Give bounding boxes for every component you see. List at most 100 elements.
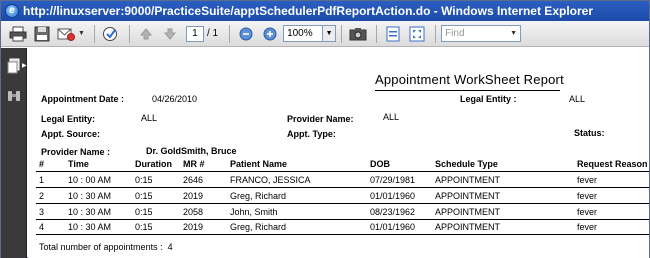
column-header-duration: Duration bbox=[135, 159, 172, 169]
toolbar-separator bbox=[376, 24, 378, 43]
row-number: 4 bbox=[39, 222, 45, 232]
column-header-dob: DOB bbox=[370, 159, 390, 169]
column-header-request-reason: Request Reason bbox=[577, 159, 648, 169]
page-total: / 1 bbox=[206, 28, 219, 39]
row-schedule-type: APPOINTMENT bbox=[435, 207, 501, 217]
row-mr: 2646 bbox=[183, 175, 204, 185]
report-title: Appointment WorkSheet Report bbox=[375, 72, 564, 87]
toolbar-separator bbox=[93, 24, 95, 43]
row-rule bbox=[36, 187, 649, 188]
plus-circle-icon bbox=[263, 27, 277, 40]
navigation-sidebar: ▶ bbox=[1, 48, 27, 258]
row-patient-name: John, Smith bbox=[230, 207, 278, 217]
review-icon bbox=[102, 26, 117, 41]
row-duration: 0:15 bbox=[135, 191, 153, 201]
toolbar-separator bbox=[229, 24, 231, 43]
fit-window-button[interactable] bbox=[406, 24, 428, 44]
disk-icon bbox=[34, 26, 50, 41]
legal-entity-value: ALL bbox=[141, 113, 158, 123]
row-dob: 07/29/1981 bbox=[370, 175, 416, 185]
camera-icon bbox=[349, 27, 367, 40]
email-button[interactable] bbox=[55, 24, 77, 44]
provider-name-value: ALL bbox=[383, 112, 400, 122]
pdf-toolbar: ▼ 1 / 1 100% ▼ Find ▼ bbox=[1, 21, 649, 47]
zoom-dropdown-icon[interactable]: ▼ bbox=[323, 25, 337, 42]
snapshot-button[interactable] bbox=[347, 24, 369, 44]
page-number-input[interactable]: 1 bbox=[185, 25, 204, 42]
row-schedule-type: APPOINTMENT bbox=[435, 222, 501, 232]
row-mr: 2058 bbox=[183, 207, 204, 217]
pdf-document-view: Appointment WorkSheet Report Appointment… bbox=[28, 48, 649, 258]
appt-type-label: Appt. Type: bbox=[287, 129, 336, 139]
pages-panel-icon[interactable] bbox=[6, 58, 22, 74]
row-schedule-type: APPOINTMENT bbox=[435, 175, 501, 185]
row-mr: 2019 bbox=[183, 191, 204, 201]
print-button[interactable] bbox=[7, 24, 29, 44]
expand-panel-icon[interactable]: ▶ bbox=[22, 62, 27, 69]
row-time: 10 : 30 AM bbox=[68, 222, 112, 232]
row-duration: 0:15 bbox=[135, 207, 153, 217]
email-dropdown-icon[interactable]: ▼ bbox=[78, 30, 85, 37]
column-header-schedule-type: Schedule Type bbox=[435, 159, 498, 169]
row-time: 10 : 30 AM bbox=[68, 207, 112, 217]
collaborate-button[interactable] bbox=[100, 24, 122, 44]
zoom-in-button[interactable] bbox=[259, 24, 281, 44]
row-time: 10 : 30 AM bbox=[68, 191, 112, 201]
row-mr: 2019 bbox=[183, 222, 204, 232]
legal-entity-top-label: Legal Entity : bbox=[460, 94, 517, 104]
appointment-date-label: Appointment Date : bbox=[41, 94, 124, 104]
row-number: 3 bbox=[39, 207, 45, 217]
find-input[interactable]: Find ▼ bbox=[441, 25, 522, 42]
row-time: 10 : 00 AM bbox=[68, 175, 112, 185]
provider-name-filter-value: Dr. GoldSmith, Bruce bbox=[146, 146, 237, 156]
zoom-out-button[interactable] bbox=[235, 24, 257, 44]
appt-source-label: Appt. Source: bbox=[41, 129, 101, 139]
title-underline bbox=[375, 90, 560, 91]
next-page-button[interactable] bbox=[159, 24, 181, 44]
table-row: 2 10 : 30 AM 0:15 2019 Greg, Richard 01/… bbox=[28, 190, 649, 203]
column-header-mr: MR # bbox=[183, 159, 205, 169]
row-patient-name: FRANCO, JESSICA bbox=[230, 175, 311, 185]
table-row: 3 10 : 30 AM 0:15 2058 John, Smith 08/23… bbox=[28, 206, 649, 219]
provider-name-label: Provider Name: bbox=[287, 114, 354, 124]
legal-entity-top-value: ALL bbox=[569, 94, 586, 104]
arrow-up-icon bbox=[139, 27, 153, 39]
row-rule bbox=[36, 219, 649, 220]
title-bar: e http://linuxserver:9000/PracticeSuite/… bbox=[1, 1, 649, 21]
save-button[interactable] bbox=[31, 24, 53, 44]
row-rule bbox=[36, 203, 649, 204]
row-dob: 08/23/1962 bbox=[370, 207, 416, 217]
row-request-reason: fever bbox=[577, 191, 598, 201]
binoculars-icon[interactable] bbox=[6, 88, 22, 104]
provider-name-filter-label: Provider Name : bbox=[41, 147, 111, 157]
row-number: 2 bbox=[39, 191, 45, 201]
column-header-time: Time bbox=[68, 159, 89, 169]
row-schedule-type: APPOINTMENT bbox=[435, 191, 501, 201]
toolbar-separator bbox=[128, 24, 130, 43]
page-fit-icon bbox=[386, 26, 400, 41]
window-title: http://linuxserver:9000/PracticeSuite/ap… bbox=[23, 4, 593, 18]
legal-entity-label: Legal Entity: bbox=[41, 114, 96, 124]
find-dropdown-icon[interactable]: ▼ bbox=[510, 26, 517, 41]
row-request-reason: fever bbox=[577, 222, 598, 232]
toolbar-separator bbox=[341, 24, 343, 43]
arrow-down-icon bbox=[163, 28, 177, 40]
row-patient-name: Greg, Richard bbox=[230, 222, 287, 232]
status-label: Status: bbox=[574, 128, 605, 138]
printer-icon bbox=[9, 26, 27, 41]
row-duration: 0:15 bbox=[135, 222, 153, 232]
minus-circle-icon bbox=[239, 27, 253, 40]
find-placeholder: Find bbox=[445, 28, 465, 39]
fit-page-button[interactable] bbox=[382, 24, 404, 44]
previous-page-button[interactable] bbox=[135, 24, 157, 44]
expand-icon bbox=[409, 26, 425, 41]
browser-window: e http://linuxserver:9000/PracticeSuite/… bbox=[0, 0, 650, 258]
row-patient-name: Greg, Richard bbox=[230, 191, 287, 201]
row-request-reason: fever bbox=[577, 175, 598, 185]
row-rule bbox=[36, 234, 649, 235]
total-value: 4 bbox=[167, 242, 173, 252]
toolbar-separator bbox=[435, 24, 437, 43]
total-appointments: Total number of appointments : 4 bbox=[39, 242, 173, 252]
column-header-patient-name: Patient Name bbox=[230, 159, 288, 169]
zoom-level-field[interactable]: 100% bbox=[283, 25, 324, 42]
